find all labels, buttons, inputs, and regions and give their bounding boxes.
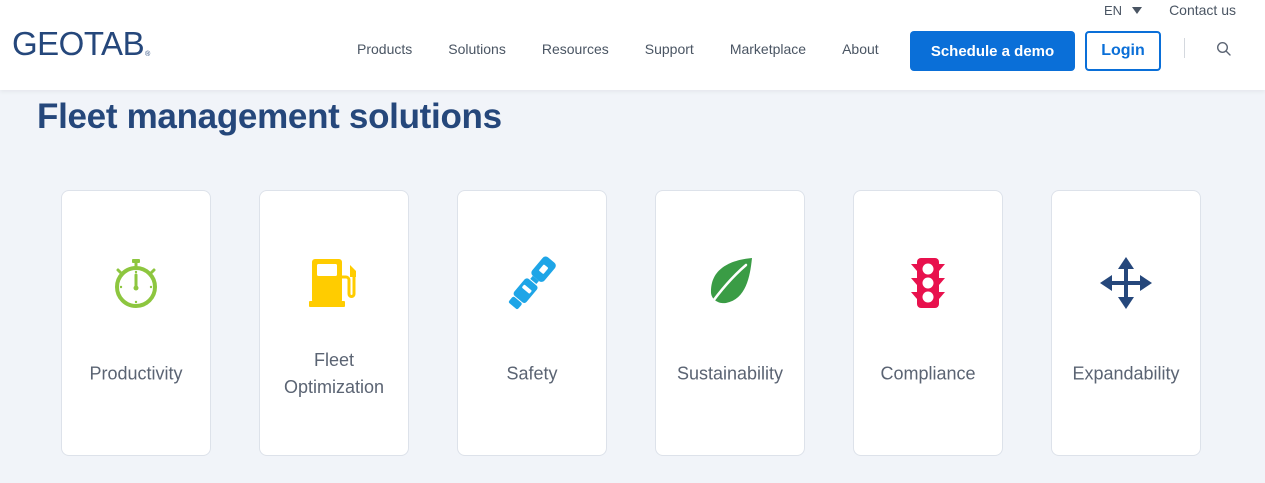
leaf-icon [706, 258, 752, 310]
card-safety[interactable]: Safety [457, 190, 607, 456]
login-button[interactable]: Login [1085, 31, 1161, 71]
nav-resources[interactable]: Resources [542, 41, 609, 57]
language-selector[interactable]: EN [1104, 2, 1143, 18]
stopwatch-icon [115, 259, 157, 308]
header-divider [1184, 38, 1185, 58]
caret-down-icon [1132, 6, 1143, 14]
geotab-logo[interactable]: GEOTAB ® [12, 27, 150, 60]
language-label: EN [1104, 2, 1123, 18]
schedule-demo-button[interactable]: Schedule a demo [910, 31, 1075, 71]
expand-arrows-icon [1100, 257, 1152, 309]
card-sustainability[interactable]: Sustainability [655, 190, 805, 456]
traffic-light-icon [911, 258, 945, 308]
search-icon[interactable] [1216, 41, 1232, 57]
nav-support[interactable]: Support [645, 41, 694, 57]
card-compliance[interactable]: Compliance [853, 190, 1003, 456]
card-fleet-optimization[interactable]: Fleet Optimization [259, 190, 409, 456]
card-label: Sustainability [676, 363, 784, 384]
nav-products[interactable]: Products [357, 41, 412, 57]
solutions-card-list: Productivity Fleet Optimization Safety S… [61, 190, 1201, 456]
card-label: Compliance [880, 363, 976, 384]
nav-marketplace[interactable]: Marketplace [730, 41, 806, 57]
logo-registered-mark: ® [145, 51, 151, 58]
contact-us-link[interactable]: Contact us [1169, 2, 1236, 18]
main-nav: Products Solutions Resources Support Mar… [357, 41, 879, 57]
card-productivity[interactable]: Productivity [61, 190, 211, 456]
card-expandability[interactable]: Expandability [1051, 190, 1201, 456]
site-header: EN Contact us GEOTAB ® Products Solution… [0, 0, 1265, 90]
utility-bar: EN Contact us [1104, 2, 1236, 18]
page-title: Fleet management solutions [37, 97, 502, 136]
card-label: Safety [506, 363, 558, 384]
nav-about[interactable]: About [842, 41, 879, 57]
card-label: Productivity [89, 363, 183, 384]
card-label: Fleet Optimization [283, 350, 385, 397]
nav-solutions[interactable]: Solutions [448, 41, 506, 57]
seatbelt-icon [508, 256, 556, 310]
fuel-pump-icon [309, 259, 356, 307]
logo-wordmark: GEOTAB [12, 25, 145, 62]
card-label: Expandability [1072, 363, 1180, 384]
